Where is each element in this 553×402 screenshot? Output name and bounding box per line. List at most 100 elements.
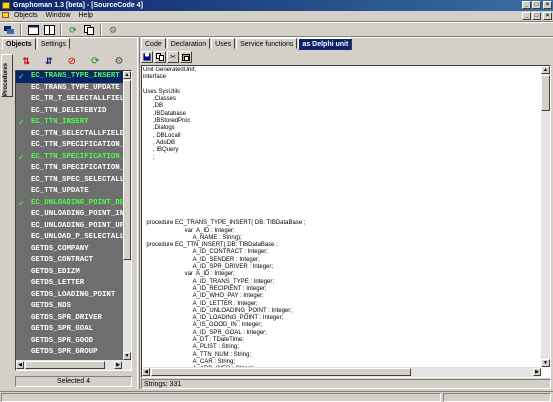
- copy-icon[interactable]: [154, 51, 166, 63]
- procedures-horizontal-scrollbar[interactable]: ◀ ▶: [16, 360, 131, 370]
- list-item[interactable]: GETDS_LOADING_POINT: [16, 290, 131, 302]
- scroll-left-button[interactable]: ◀: [142, 368, 150, 376]
- list-item[interactable]: EC_TR_T_SELECTALLFIELD: [16, 94, 131, 106]
- scroll-up-button[interactable]: ▲: [123, 71, 131, 79]
- scroll-right-button[interactable]: ▶: [114, 361, 122, 369]
- list-item[interactable]: GETDS_SPR_GOAL: [16, 324, 131, 336]
- copy-icon[interactable]: [82, 24, 96, 37]
- code-line: A_NAME : String);: [143, 234, 242, 241]
- cut-icon[interactable]: ✂: [167, 51, 179, 63]
- procedure-name: EC_TTN_UPDATE: [31, 187, 89, 195]
- list-item[interactable]: EC_TTN_SPECIFICATION_UI: [16, 163, 131, 175]
- window-icon[interactable]: [26, 24, 40, 37]
- status-panel: [443, 393, 551, 402]
- settings-icon[interactable]: ⚙: [106, 24, 120, 37]
- maximize-button[interactable]: □: [532, 1, 541, 9]
- scroll-right-button[interactable]: ▶: [533, 368, 541, 376]
- tab-settings[interactable]: Settings: [36, 38, 70, 49]
- checkmark-icon[interactable]: ✓: [18, 152, 25, 164]
- pane-splitter[interactable]: [137, 37, 140, 389]
- list-item[interactable]: EC_UNLOADING_POINT_UP: [16, 221, 131, 233]
- menu-window[interactable]: Window: [43, 11, 74, 21]
- document-icon[interactable]: [2, 12, 9, 18]
- tab-procedures[interactable]: Procedures: [1, 54, 13, 97]
- child-close-button[interactable]: ×: [543, 12, 552, 20]
- gear-icon[interactable]: ⚙: [115, 56, 124, 67]
- scroll-thumb[interactable]: [25, 361, 105, 369]
- scroll-down-button[interactable]: ▼: [541, 359, 550, 367]
- list-item[interactable]: EC_TTN_SELECTALLFIELDS: [16, 129, 131, 141]
- list-item[interactable]: GETDS_CONTRACT: [16, 255, 131, 267]
- list-item[interactable]: EC_TTN_UPDATE: [16, 186, 131, 198]
- list-item[interactable]: GETDS_SPR_GOOD: [16, 336, 131, 348]
- paste-icon[interactable]: [180, 51, 192, 63]
- sort-ascending-icon[interactable]: ⇅: [23, 56, 31, 67]
- stop-icon[interactable]: ⊘: [68, 56, 76, 67]
- tile-icon[interactable]: [42, 24, 56, 37]
- list-item[interactable]: EC_UNLOADING_POINT_INS: [16, 209, 131, 221]
- tab-uses[interactable]: Uses: [211, 38, 236, 49]
- tab-code[interactable]: Code: [141, 38, 166, 49]
- procedure-name: EC_TR_T_SELECTALLFIELD: [31, 95, 129, 103]
- scroll-thumb[interactable]: [123, 80, 131, 260]
- list-item[interactable]: EC_TTN_SPEC_SELECTALL: [16, 175, 131, 187]
- checkmark-icon[interactable]: ✓: [18, 198, 25, 210]
- minimize-button[interactable]: _: [522, 1, 531, 9]
- tab-declaration[interactable]: Declaration: [166, 38, 211, 49]
- code-line: A_ID_LOADING_POINT : Integer;: [143, 315, 284, 322]
- list-item[interactable]: EC_TTN_SPECIFICATION_DI: [16, 140, 131, 152]
- scroll-thumb[interactable]: [541, 75, 550, 111]
- tab-objects[interactable]: Objects: [2, 38, 36, 50]
- list-item[interactable]: GETDS_LETTER: [16, 278, 131, 290]
- title-bar: Graphoman 1.3 [beta] - [SourceCode 4] _ …: [0, 0, 553, 11]
- refresh-list-icon[interactable]: ⟳: [91, 56, 99, 67]
- list-item[interactable]: GETDS_COMPANY: [16, 244, 131, 256]
- list-item[interactable]: GETDS_TRANS_TYPE: [16, 370, 131, 371]
- editor-horizontal-scrollbar[interactable]: ◀ ▶: [142, 367, 541, 377]
- menu-help[interactable]: Help: [76, 11, 96, 21]
- close-button[interactable]: ×: [543, 1, 552, 9]
- list-item[interactable]: EC_TRANS_TYPE_UPDATE: [16, 83, 131, 95]
- app-icon: [2, 2, 10, 9]
- list-item[interactable]: GETDS_SPR_GROUP: [16, 347, 131, 359]
- list-item[interactable]: GETDS_NDS: [16, 301, 131, 313]
- list-item[interactable]: EC_UNLOAD_P_SELECTALL: [16, 232, 131, 244]
- list-item[interactable]: ✓ EC_TTN_SPECIFICATION_IN: [16, 152, 131, 164]
- list-item[interactable]: GETDS_EDIZM: [16, 267, 131, 279]
- code-line: ,Classes: [143, 96, 177, 103]
- code-editor[interactable]: Unit GeneratedUnit; interface Uses SysUtil…: [141, 65, 551, 378]
- checkmark-icon[interactable]: ✓: [18, 117, 25, 129]
- list-item[interactable]: ✓ EC_UNLOADING_POINT_DE: [16, 198, 131, 210]
- procedure-name: EC_UNLOADING_POINT_INS: [31, 210, 129, 218]
- scroll-thumb[interactable]: [151, 368, 411, 376]
- editor-vertical-scrollbar[interactable]: ▲ ▼: [541, 66, 550, 367]
- tab-service-functions[interactable]: Service functions: [236, 38, 298, 49]
- list-item[interactable]: ✓ EC_TTN_INSERT: [16, 117, 131, 129]
- procedure-name: EC_UNLOAD_P_SELECTALL: [31, 233, 125, 241]
- menu-objects[interactable]: Objects: [11, 11, 41, 21]
- list-item[interactable]: EC_TTN_DELETEBYID: [16, 106, 131, 118]
- child-restore-button[interactable]: □: [532, 12, 541, 20]
- refresh-icon[interactable]: ⟳: [66, 24, 80, 37]
- scroll-up-button[interactable]: ▲: [541, 66, 550, 74]
- list-item[interactable]: ✓ EC_TRANS_TYPE_INSERT: [16, 71, 131, 83]
- procedures-vertical-scrollbar[interactable]: ▲ ▼: [123, 71, 131, 360]
- procedure-name: EC_TTN_SPEC_SELECTALL: [31, 175, 125, 184]
- code-line: A_ID_SPR_GOAL : Integer;: [143, 329, 267, 336]
- scroll-left-button[interactable]: ◀: [16, 361, 24, 369]
- strings-count: Strings: 331: [141, 379, 551, 389]
- sort-descending-icon[interactable]: ⇵: [45, 56, 53, 67]
- left-tabs: Objects Settings: [2, 38, 71, 50]
- child-minimize-button[interactable]: _: [522, 12, 531, 20]
- code-text[interactable]: Unit GeneratedUnit; interface Uses SysUtil…: [143, 67, 541, 367]
- procedure-name: EC_TRANS_TYPE_UPDATE: [31, 83, 120, 92]
- code-line: , AdoDB: [143, 139, 176, 146]
- save-icon[interactable]: [141, 51, 153, 63]
- connect-icon[interactable]: [2, 24, 16, 37]
- checkmark-icon[interactable]: ✓: [18, 71, 25, 83]
- scroll-down-button[interactable]: ▼: [123, 352, 131, 360]
- list-item[interactable]: GETDS_SPR_DRIVER: [16, 313, 131, 325]
- tab-as-delphi-unit[interactable]: as Delphi unit: [298, 38, 353, 50]
